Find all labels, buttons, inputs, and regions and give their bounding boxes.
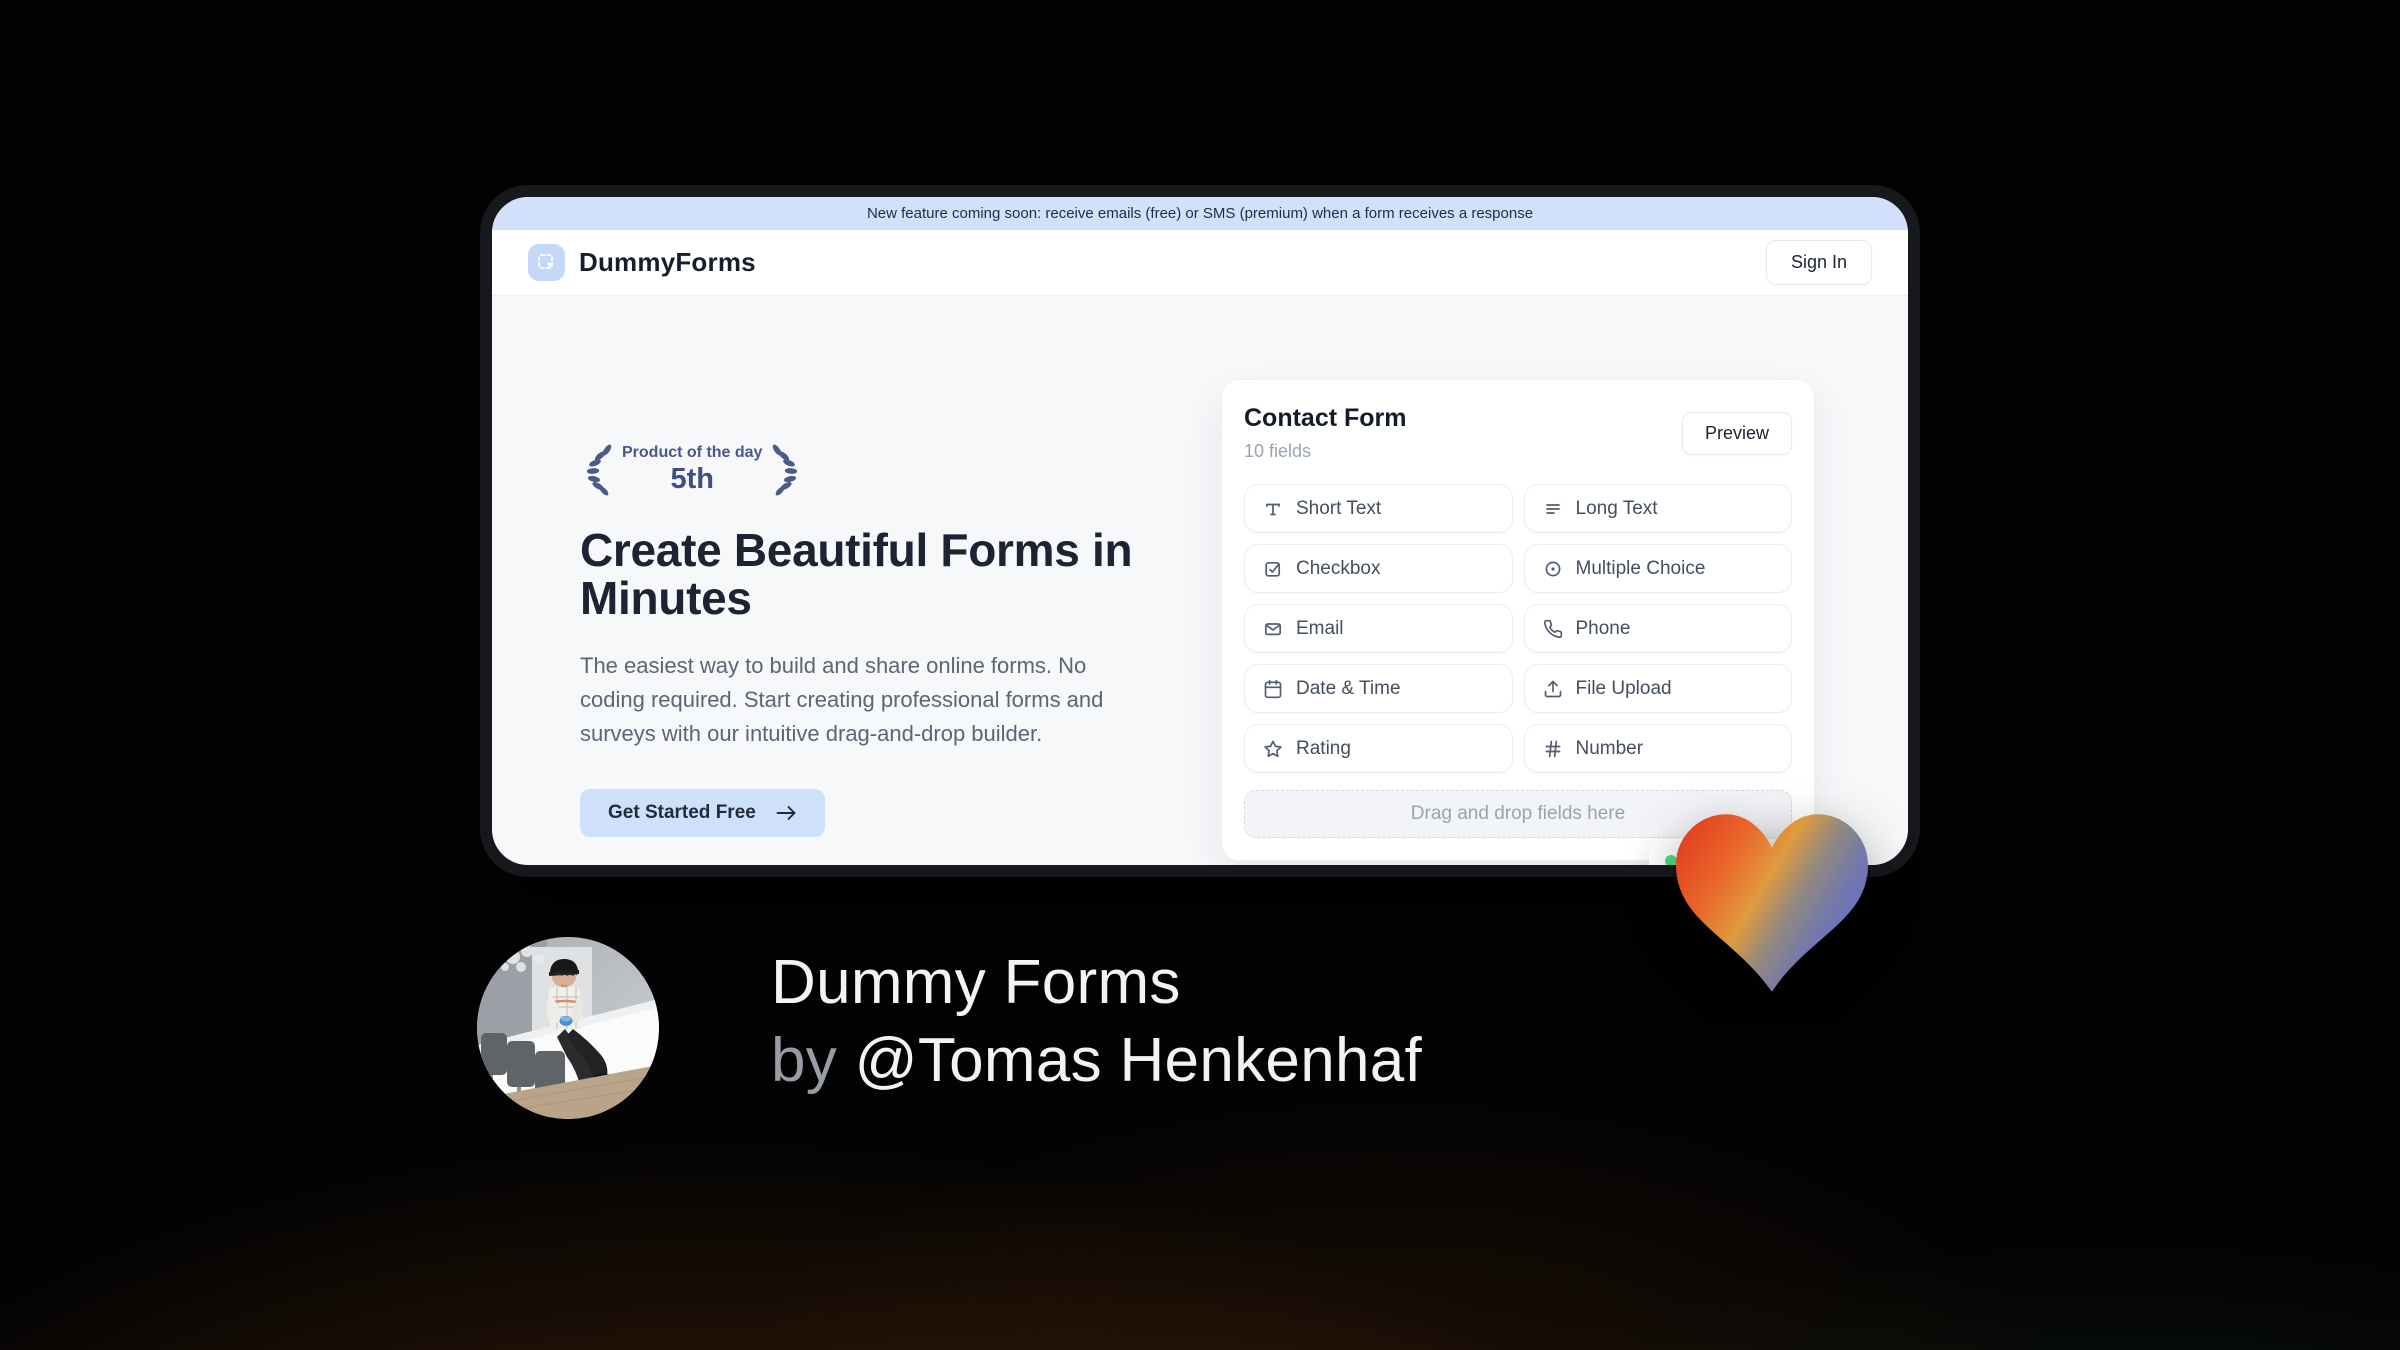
hero-section: Product of the day 5th Create Beautiful … — [580, 442, 1170, 837]
browser-window: New feature coming soon: receive emails … — [480, 185, 1920, 877]
field-chip-label: Phone — [1575, 617, 1631, 639]
announcement-banner: New feature coming soon: receive emails … — [492, 197, 1908, 230]
product-of-the-day-badge: Product of the day 5th — [580, 442, 1170, 498]
laurel-left-icon — [586, 444, 612, 496]
page-content: Product of the day 5th Create Beautiful … — [492, 296, 1908, 865]
form-builder-card: Contact Form 10 fields Preview Short Tex… — [1221, 379, 1815, 861]
field-chip-label: Multiple Choice — [1575, 557, 1706, 579]
email-icon — [1263, 619, 1283, 639]
gradient-heart-icon — [1676, 814, 1868, 992]
upload-icon — [1543, 679, 1563, 699]
field-chip-number[interactable]: Number — [1523, 724, 1792, 773]
laurel-right-icon — [773, 444, 798, 496]
credit-byline-prefix: by — [771, 1026, 855, 1096]
field-chip-file-upload[interactable]: File Upload — [1523, 664, 1792, 713]
avatar — [477, 937, 659, 1119]
field-chip-label: Short Text — [1296, 497, 1382, 519]
long-text-icon — [1543, 499, 1563, 519]
announcement-text: New feature coming soon: receive emails … — [866, 205, 1534, 222]
field-chip-label: File Upload — [1575, 677, 1672, 699]
phone-icon — [1543, 619, 1563, 639]
field-grid: Short Text Long Text Checkbox Multiple Choi… — [1244, 484, 1792, 773]
field-chip-email[interactable]: Email — [1244, 604, 1513, 653]
star-icon — [1263, 739, 1283, 759]
app-header: DummyForms Sign In — [492, 230, 1908, 296]
field-chip-short-text[interactable]: Short Text — [1244, 484, 1513, 533]
field-chip-phone[interactable]: Phone — [1523, 604, 1792, 653]
field-chip-label: Date & Time — [1296, 677, 1401, 699]
field-chip-label: Long Text — [1575, 497, 1658, 519]
dashed-select-cursor-icon — [537, 253, 553, 269]
hash-icon — [1543, 739, 1563, 759]
field-chip-rating[interactable]: Rating — [1244, 724, 1513, 773]
calendar-icon — [1263, 679, 1283, 699]
get-started-label: Get Started Free — [608, 801, 756, 823]
field-chip-label: Rating — [1296, 737, 1351, 759]
hero-description: The easiest way to build and share onlin… — [580, 652, 1104, 746]
hero-title: Create Beautiful Forms in Minutes — [580, 524, 1133, 625]
credit-text: Dummy Forms by @Tomas Henkenhaf — [771, 944, 1422, 1100]
field-chip-date-time[interactable]: Date & Time — [1244, 664, 1513, 713]
arrow-right-icon — [776, 805, 796, 820]
potd-label: Product of the day — [622, 444, 763, 461]
field-chip-label: Number — [1575, 737, 1644, 759]
field-chip-checkbox[interactable]: Checkbox — [1244, 544, 1513, 593]
brand-name: DummyForms — [579, 247, 756, 277]
get-started-button[interactable]: Get Started Free — [580, 788, 825, 837]
potd-rank: 5th — [670, 463, 714, 495]
credit-byline-handle: @Tomas Henkenhaf — [854, 1026, 1423, 1096]
field-chip-long-text[interactable]: Long Text — [1523, 484, 1792, 533]
sign-in-button[interactable]: Sign In — [1765, 240, 1872, 285]
short-text-icon — [1263, 499, 1283, 519]
drop-zone-text: Drag and drop fields here — [1410, 803, 1626, 824]
form-field-count: 10 fields — [1244, 441, 1312, 461]
form-title: Contact Form — [1244, 404, 1407, 432]
field-chip-label: Email — [1296, 617, 1344, 639]
checkbox-icon — [1263, 559, 1283, 579]
field-chip-label: Checkbox — [1296, 557, 1381, 579]
credit-title: Dummy Forms — [771, 948, 1181, 1017]
preview-button[interactable]: Preview — [1681, 412, 1792, 455]
dummyforms-logo[interactable] — [528, 244, 565, 281]
radio-icon — [1543, 559, 1563, 579]
field-chip-multiple-choice[interactable]: Multiple Choice — [1523, 544, 1792, 593]
